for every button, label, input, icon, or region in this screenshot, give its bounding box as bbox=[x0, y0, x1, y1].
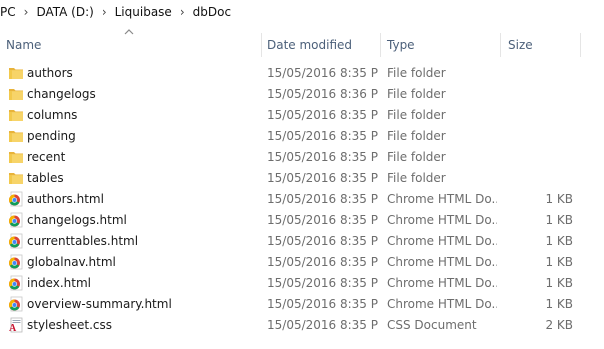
folder-icon bbox=[8, 107, 24, 123]
file-date-modified: 15/05/2016 8:35 PM bbox=[267, 66, 379, 80]
file-date-modified: 15/05/2016 8:35 PM bbox=[267, 234, 379, 248]
folder-icon bbox=[8, 149, 24, 165]
file-row[interactable]: overview-summary.html 15/05/2016 8:35 PM C… bbox=[0, 294, 604, 315]
file-list: authors 15/05/2016 8:35 PM File folder cha… bbox=[0, 63, 604, 336]
file-name: recent bbox=[27, 150, 66, 164]
column-header-name[interactable]: Name bbox=[6, 33, 256, 57]
file-name: columns bbox=[27, 108, 78, 122]
file-date-modified: 15/05/2016 8:35 PM bbox=[267, 255, 379, 269]
breadcrumb: PC › DATA (D:) › Liquibase › dbDoc bbox=[0, 0, 604, 24]
file-date-modified: 15/05/2016 8:35 PM bbox=[267, 171, 379, 185]
breadcrumb-item-liquibase[interactable]: Liquibase bbox=[115, 5, 172, 19]
breadcrumb-item-pc[interactable]: PC bbox=[0, 5, 16, 19]
file-name: pending bbox=[27, 129, 76, 143]
file-row[interactable]: authors 15/05/2016 8:35 PM File folder bbox=[0, 63, 604, 84]
file-type: File folder bbox=[387, 66, 446, 80]
column-divider[interactable] bbox=[261, 33, 262, 57]
file-type: File folder bbox=[387, 150, 446, 164]
column-header-row: Name Date modified Type Size bbox=[0, 33, 604, 57]
file-date-modified: 15/05/2016 8:35 PM bbox=[267, 318, 379, 332]
file-row[interactable]: columns 15/05/2016 8:35 PM File folder bbox=[0, 105, 604, 126]
file-size bbox=[505, 147, 573, 168]
chrome-html-icon bbox=[8, 233, 24, 249]
file-row[interactable]: A stylesheet.css 15/05/2016 8:35 PM CSS Do… bbox=[0, 315, 604, 336]
css-document-icon: A bbox=[8, 317, 24, 334]
column-divider[interactable] bbox=[500, 33, 501, 57]
file-row[interactable]: tables 15/05/2016 8:35 PM File folder bbox=[0, 168, 604, 189]
file-row[interactable]: globalnav.html 15/05/2016 8:35 PM Chrome H… bbox=[0, 252, 604, 273]
column-header-type[interactable]: Type bbox=[387, 33, 495, 57]
file-size bbox=[505, 63, 573, 84]
file-size bbox=[505, 105, 573, 126]
file-row[interactable]: authors.html 15/05/2016 8:35 PM Chrome HTM… bbox=[0, 189, 604, 210]
file-name: authors bbox=[27, 66, 73, 80]
file-date-modified: 15/05/2016 8:36 PM bbox=[267, 87, 379, 101]
file-type: Chrome HTML Do... bbox=[387, 234, 497, 248]
file-row[interactable]: pending 15/05/2016 8:35 PM File folder bbox=[0, 126, 604, 147]
file-name: tables bbox=[27, 171, 64, 185]
breadcrumb-item-data-drive[interactable]: DATA (D:) bbox=[36, 5, 93, 19]
file-type: Chrome HTML Do... bbox=[387, 276, 497, 290]
file-date-modified: 15/05/2016 8:35 PM bbox=[267, 108, 379, 122]
file-size: 1 KB bbox=[545, 213, 573, 227]
file-name: changelogs.html bbox=[27, 213, 127, 227]
file-size: 1 KB bbox=[545, 255, 573, 269]
file-size: 2 KB bbox=[545, 318, 573, 332]
file-type: CSS Document bbox=[387, 318, 477, 332]
chrome-html-icon bbox=[8, 254, 24, 270]
file-size bbox=[505, 168, 573, 189]
file-date-modified: 15/05/2016 8:35 PM bbox=[267, 192, 379, 206]
file-type: File folder bbox=[387, 129, 446, 143]
chrome-html-icon bbox=[8, 275, 24, 291]
svg-text:A: A bbox=[9, 323, 17, 333]
chevron-right-icon: › bbox=[101, 5, 107, 19]
chevron-right-icon: › bbox=[23, 5, 29, 19]
chrome-html-icon bbox=[8, 212, 24, 228]
file-date-modified: 15/05/2016 8:35 PM bbox=[267, 213, 379, 227]
file-date-modified: 15/05/2016 8:35 PM bbox=[267, 276, 379, 290]
column-header-size[interactable]: Size bbox=[508, 33, 578, 57]
file-name: globalnav.html bbox=[27, 255, 116, 269]
folder-icon bbox=[8, 128, 24, 144]
breadcrumb-item-dbdoc[interactable]: dbDoc bbox=[193, 5, 231, 19]
column-divider[interactable] bbox=[580, 33, 581, 57]
file-name: overview-summary.html bbox=[27, 297, 172, 311]
file-type: File folder bbox=[387, 108, 446, 122]
file-name: index.html bbox=[27, 276, 91, 290]
file-row[interactable]: index.html 15/05/2016 8:35 PM Chrome HTML … bbox=[0, 273, 604, 294]
file-name: authors.html bbox=[27, 192, 104, 206]
file-date-modified: 15/05/2016 8:35 PM bbox=[267, 129, 379, 143]
file-size: 1 KB bbox=[545, 234, 573, 248]
file-name: changelogs bbox=[27, 87, 96, 101]
file-type: Chrome HTML Do... bbox=[387, 297, 497, 311]
file-type: File folder bbox=[387, 87, 446, 101]
file-row[interactable]: recent 15/05/2016 8:35 PM File folder bbox=[0, 147, 604, 168]
file-row[interactable]: changelogs.html 15/05/2016 8:35 PM Chrome … bbox=[0, 210, 604, 231]
file-type: Chrome HTML Do... bbox=[387, 255, 497, 269]
file-type: File folder bbox=[387, 171, 446, 185]
folder-icon bbox=[8, 65, 24, 81]
column-divider[interactable] bbox=[380, 33, 381, 57]
file-type: Chrome HTML Do... bbox=[387, 192, 497, 206]
column-header-date-modified[interactable]: Date modified bbox=[267, 33, 375, 57]
file-size bbox=[505, 84, 573, 105]
folder-icon bbox=[8, 170, 24, 186]
file-row[interactable]: changelogs 15/05/2016 8:36 PM File folder bbox=[0, 84, 604, 105]
file-size: 1 KB bbox=[545, 276, 573, 290]
file-date-modified: 15/05/2016 8:35 PM bbox=[267, 297, 379, 311]
chrome-html-icon bbox=[8, 296, 24, 312]
chevron-right-icon: › bbox=[179, 5, 185, 19]
file-row[interactable]: currenttables.html 15/05/2016 8:35 PM Chro… bbox=[0, 231, 604, 252]
file-size bbox=[505, 126, 573, 147]
chrome-html-icon bbox=[8, 191, 24, 207]
file-name: stylesheet.css bbox=[27, 318, 113, 332]
folder-icon bbox=[8, 86, 24, 102]
file-type: Chrome HTML Do... bbox=[387, 213, 497, 227]
file-size: 1 KB bbox=[545, 297, 573, 311]
file-date-modified: 15/05/2016 8:35 PM bbox=[267, 150, 379, 164]
file-size: 1 KB bbox=[545, 192, 573, 206]
file-name: currenttables.html bbox=[27, 234, 139, 248]
